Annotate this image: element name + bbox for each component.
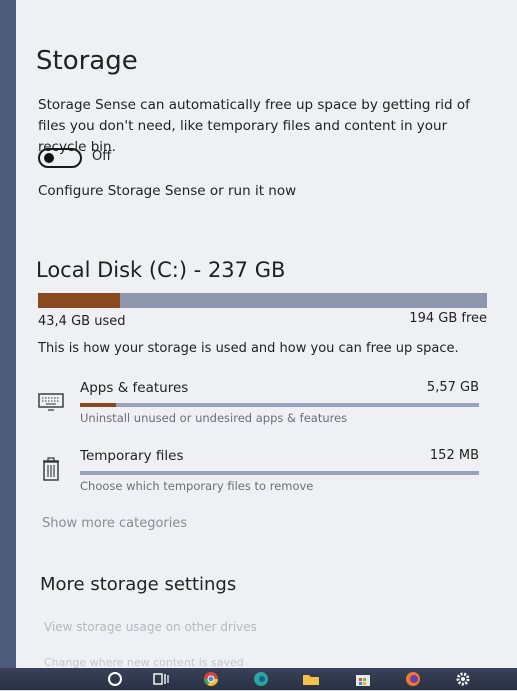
category-name: Temporary files	[80, 448, 184, 464]
storage-sense-toggle[interactable]	[38, 148, 82, 168]
store-icon[interactable]	[354, 671, 372, 687]
configure-storage-sense-link[interactable]: Configure Storage Sense or run it now	[38, 183, 296, 199]
category-subtitle: Choose which temporary files to remove	[80, 479, 314, 493]
settings-icon[interactable]	[454, 671, 472, 687]
edge-icon[interactable]	[252, 671, 270, 687]
page-title: Storage	[36, 46, 138, 76]
category-size: 5,57 GB	[426, 380, 479, 395]
toggle-knob	[44, 153, 54, 163]
disk-free-label: 194 GB free	[409, 311, 487, 326]
settings-storage-panel: Storage Storage Sense can automatically …	[16, 0, 517, 669]
category-usage-bar	[80, 403, 479, 407]
category-name: Apps & features	[80, 380, 189, 396]
taskbar	[0, 668, 517, 690]
disk-title: Local Disk (C:) - 237 GB	[36, 258, 286, 282]
desktop-strip	[0, 0, 16, 668]
task-view-icon[interactable]	[152, 671, 170, 687]
disk-usage-fill	[38, 293, 121, 308]
apps-features-icon	[38, 388, 64, 414]
chrome-icon[interactable]	[202, 671, 220, 687]
trash-icon	[38, 456, 64, 482]
show-more-categories-link[interactable]: Show more categories	[42, 516, 187, 531]
storage-info-text: This is how your storage is used and how…	[38, 341, 459, 356]
view-other-drives-link[interactable]: View storage usage on other drives	[44, 620, 257, 634]
cortana-search-icon[interactable]	[106, 671, 124, 687]
category-usage-fill	[80, 403, 116, 407]
category-size: 152 MB	[429, 448, 479, 463]
category-subtitle: Uninstall unused or undesired apps & fea…	[80, 411, 348, 425]
toggle-state-label: Off	[92, 149, 112, 164]
more-storage-settings-heading: More storage settings	[40, 574, 237, 595]
disk-usage-bar	[38, 293, 487, 308]
category-apps-features[interactable]: Apps & features 5,57 GB Uninstall unused…	[38, 380, 479, 430]
category-temporary-files[interactable]: Temporary files 152 MB Choose which temp…	[38, 448, 479, 498]
file-explorer-icon[interactable]	[302, 671, 320, 687]
firefox-icon[interactable]	[404, 671, 422, 687]
category-usage-bar	[80, 471, 479, 475]
disk-used-label: 43,4 GB used	[38, 314, 126, 329]
